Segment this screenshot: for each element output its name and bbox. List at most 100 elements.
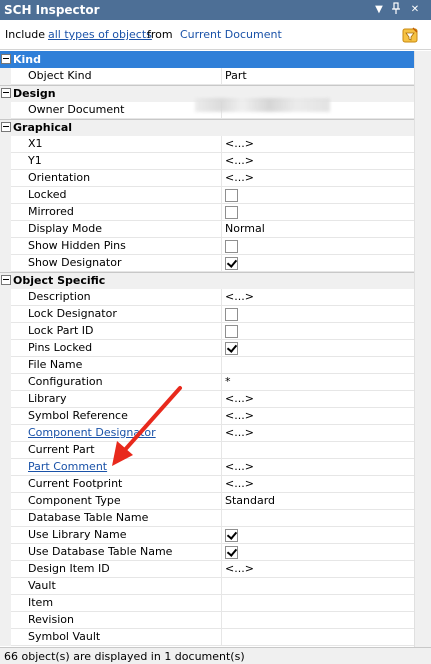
property-value[interactable] [223,357,413,374]
property-name: Design Item ID [12,561,222,578]
property-name: Library [12,391,222,408]
property-row[interactable]: Display Mode Normal [0,221,431,238]
filter-icon[interactable] [401,26,420,45]
property-name: Symbol Reference [12,408,222,425]
checkbox-unchecked[interactable] [225,206,238,219]
row-gutter [0,391,11,408]
property-row[interactable]: Use Database Table Name [0,544,431,561]
checkbox-unchecked[interactable] [225,325,238,338]
property-value[interactable] [223,629,413,646]
property-name: Vault [12,578,222,595]
property-row[interactable]: Lock Part ID [0,323,431,340]
row-gutter [0,153,11,170]
property-row[interactable]: Component Designator <...> [0,425,431,442]
collapse-icon[interactable] [1,275,11,285]
panel-menu-dropdown-icon[interactable]: ▼ [372,2,386,17]
category-label: Design [13,87,56,100]
scope-link[interactable]: Current Document [180,28,282,41]
property-value[interactable]: <...> [223,425,413,442]
category-label: Object Specific [13,274,106,287]
property-value[interactable]: <...> [223,408,413,425]
category-kind[interactable]: Kind [0,51,431,68]
category-object-specific[interactable]: Object Specific [0,272,431,289]
property-value[interactable] [223,595,413,612]
collapse-icon[interactable] [1,88,11,98]
row-gutter [0,374,11,391]
property-name: Show Designator [12,255,222,272]
property-row[interactable]: Revision [0,612,431,629]
checkbox-checked[interactable] [225,546,238,559]
property-value[interactable]: <...> [223,153,413,170]
property-name-link[interactable]: Part Comment [12,459,222,476]
checkbox-unchecked[interactable] [225,240,238,253]
property-value[interactable] [223,612,413,629]
row-gutter [0,221,11,238]
property-row[interactable]: Symbol Reference <...> [0,408,431,425]
property-row[interactable]: Vault [0,578,431,595]
property-value [223,238,413,255]
row-gutter [0,493,11,510]
property-row[interactable]: Object Kind Part [0,68,431,85]
checkbox-checked[interactable] [225,342,238,355]
property-value[interactable]: <...> [223,136,413,153]
property-row[interactable]: File Name [0,357,431,374]
property-row[interactable]: Use Library Name [0,527,431,544]
property-row[interactable]: Mirrored [0,204,431,221]
property-row[interactable]: Lock Designator [0,306,431,323]
property-row[interactable]: Current Footprint <...> [0,476,431,493]
property-value[interactable]: * [223,374,413,391]
property-value [223,340,413,357]
property-row[interactable]: Orientation <...> [0,170,431,187]
category-label: Kind [13,53,41,66]
property-row[interactable]: Show Hidden Pins [0,238,431,255]
property-row[interactable]: Database Table Name [0,510,431,527]
category-graphical[interactable]: Graphical [0,119,431,136]
property-value[interactable]: <...> [223,391,413,408]
close-icon[interactable]: ✕ [408,2,422,17]
row-gutter [0,340,11,357]
collapse-icon[interactable] [1,54,11,64]
property-row[interactable]: Symbol Vault [0,629,431,646]
property-row[interactable]: Library <...> [0,391,431,408]
property-row[interactable]: Design Item ID <...> [0,561,431,578]
property-value[interactable]: Part [223,68,413,85]
property-row[interactable]: Pins Locked [0,340,431,357]
collapse-icon[interactable] [1,122,11,132]
property-row[interactable]: Current Part [0,442,431,459]
property-value[interactable] [223,578,413,595]
checkbox-unchecked[interactable] [225,189,238,202]
pin-icon[interactable] [389,2,403,17]
vertical-scrollbar[interactable] [414,51,431,647]
property-row[interactable]: Configuration * [0,374,431,391]
property-name: Locked [12,187,222,204]
property-value[interactable]: <...> [223,476,413,493]
row-gutter [0,476,11,493]
property-name-link[interactable]: Component Designator [12,425,222,442]
property-row[interactable]: X1 <...> [0,136,431,153]
property-row[interactable]: Locked [0,187,431,204]
property-name: Owner Document [12,102,222,119]
property-value[interactable] [223,510,413,527]
property-value[interactable]: <...> [223,561,413,578]
property-value[interactable]: <...> [223,170,413,187]
property-name: Lock Part ID [12,323,222,340]
property-row[interactable]: Description <...> [0,289,431,306]
checkbox-checked[interactable] [225,529,238,542]
property-row[interactable]: Y1 <...> [0,153,431,170]
property-name: Symbol Vault [12,629,222,646]
property-name: Orientation [12,170,222,187]
row-gutter [0,136,11,153]
object-types-link[interactable]: all types of objects [48,28,152,41]
property-value[interactable] [223,442,413,459]
property-name: Item [12,595,222,612]
checkbox-checked[interactable] [225,257,238,270]
property-value[interactable]: <...> [223,459,413,476]
checkbox-unchecked[interactable] [225,308,238,321]
property-row[interactable]: Part Comment <...> [0,459,431,476]
property-row[interactable]: Show Designator [0,255,431,272]
property-row[interactable]: Item [0,595,431,612]
property-value[interactable]: Standard [223,493,413,510]
property-value[interactable]: <...> [223,289,413,306]
property-value[interactable]: Normal [223,221,413,238]
property-row[interactable]: Component Type Standard [0,493,431,510]
